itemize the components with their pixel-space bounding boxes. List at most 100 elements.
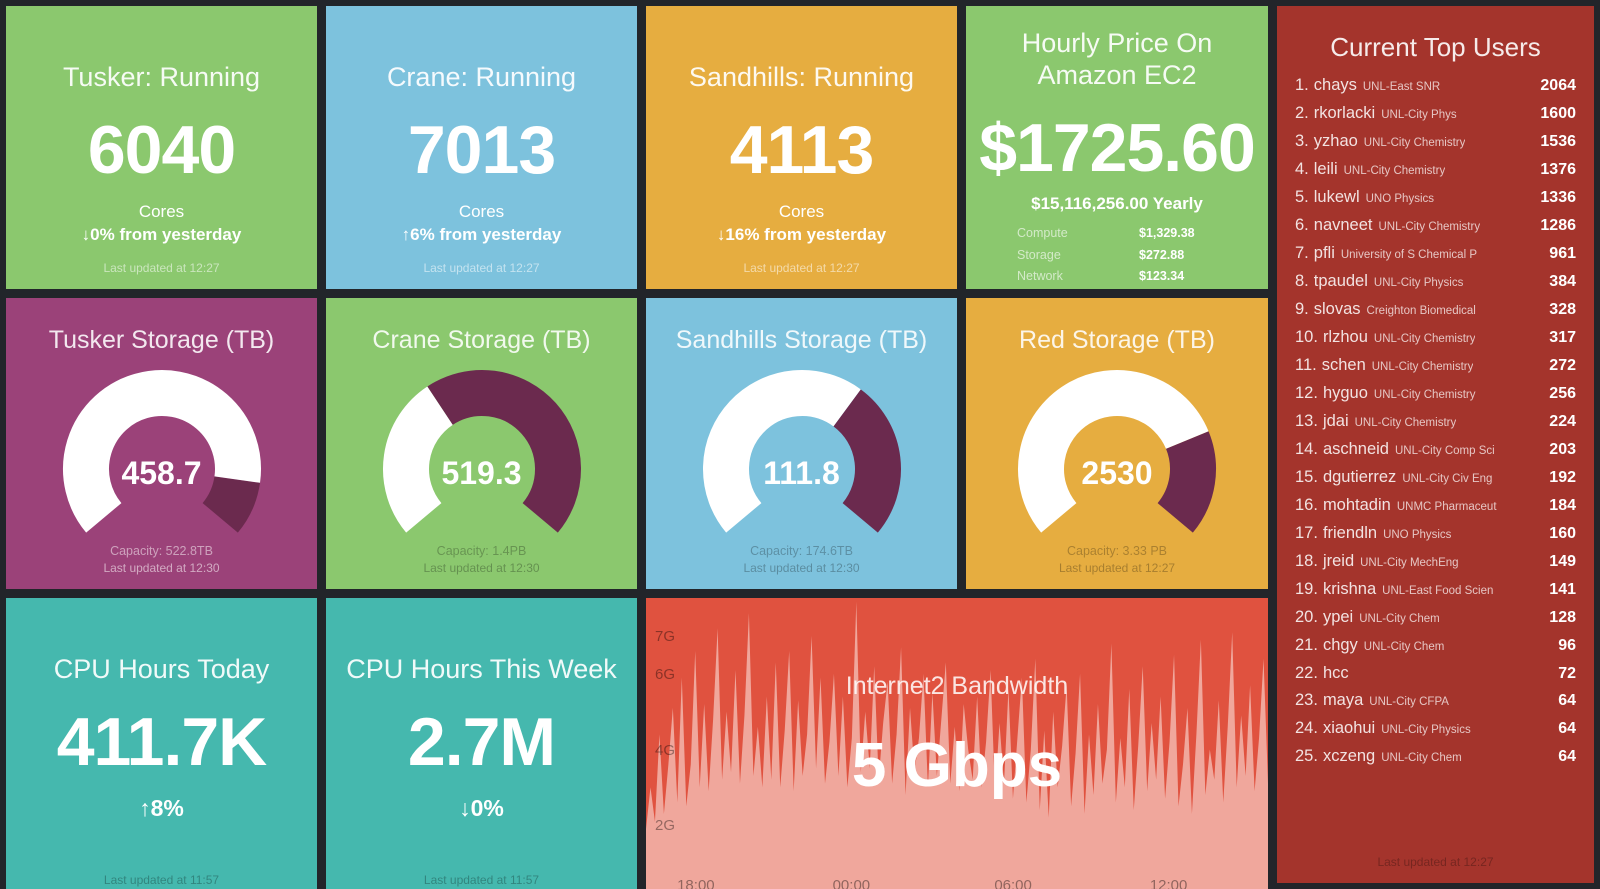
list-item[interactable]: 2. rkorlacki UNL-City Phys 1600 xyxy=(1295,100,1576,128)
list-item[interactable]: 24. xiaohui UNL-City Physics 64 xyxy=(1295,715,1576,743)
list-item[interactable]: 4. leili UNL-City Chemistry 1376 xyxy=(1295,156,1576,184)
list-item[interactable]: 10. rlzhou UNL-City Chemistry 317 xyxy=(1295,324,1576,352)
user-name: slovas xyxy=(1313,300,1361,318)
panel-cpu-hours-week[interactable]: CPU Hours This Week 2.7M ↓0% Last update… xyxy=(326,598,637,889)
panel-subtext: Cores ↓0% from yesterday xyxy=(82,201,242,247)
panel-crane-storage[interactable]: Crane Storage (TB) 519.3 Capacity: 1.4PB… xyxy=(326,298,637,589)
user-name: rlzhou xyxy=(1322,328,1368,346)
gauge-capacity: Capacity: 522.8TB xyxy=(110,544,213,558)
panel-updated: Last updated at 11:57 xyxy=(103,873,220,887)
user-name: jreid xyxy=(1322,552,1355,570)
user-department: UNL-City Phys xyxy=(1381,109,1457,121)
x-axis-tick-label: 00:00 xyxy=(832,877,871,889)
panel-sandhills-status[interactable]: Sandhills: Running 4113 Cores ↓16% from … xyxy=(646,6,957,289)
user-count: 203 xyxy=(1549,441,1576,458)
list-item[interactable]: 13. jdai UNL-City Chemistry 224 xyxy=(1295,408,1576,436)
list-item[interactable]: 1. chays UNL-East SNR 2064 xyxy=(1295,72,1576,100)
panel-title: CPU Hours This Week xyxy=(346,654,617,684)
panel-change: 0% from yesterday xyxy=(90,224,242,244)
metrics-grid: Tusker: Running 6040 Cores ↓0% from yest… xyxy=(6,6,1268,889)
user-name: schen xyxy=(1321,356,1366,374)
list-item[interactable]: 11. schen UNL-City Chemistry 272 xyxy=(1295,352,1576,380)
user-name: ypei xyxy=(1322,608,1354,626)
user-count: 141 xyxy=(1549,581,1576,598)
user-department: UNL-City Chemistry xyxy=(1343,165,1446,177)
ec2-row-value: $1,329.38 xyxy=(1139,225,1195,240)
user-name: lukewl xyxy=(1313,188,1360,206)
panel-title: Hourly Price On Amazon EC2 xyxy=(1021,28,1213,90)
list-item[interactable]: 3. yzhao UNL-City Chemistry 1536 xyxy=(1295,128,1576,156)
panel-title: Sandhills: Running xyxy=(688,62,915,92)
user-name: chays xyxy=(1313,76,1357,94)
list-item[interactable]: 21. chgy UNL-City Chem 96 xyxy=(1295,632,1576,660)
list-item[interactable]: 8. tpaudel UNL-City Physics 384 xyxy=(1295,268,1576,296)
user-name: krishna xyxy=(1322,580,1377,598)
user-count: 64 xyxy=(1558,748,1576,765)
panel-updated: Last updated at 12:27 xyxy=(423,261,540,275)
gauge-crane: 519.3 xyxy=(372,359,592,539)
panel-updated: Last updated at 12:27 xyxy=(103,261,220,275)
user-department: UNL-City Chemistry xyxy=(1378,221,1481,233)
user-name: jdai xyxy=(1322,412,1349,430)
list-item[interactable]: 17. friendln UNO Physics 160 xyxy=(1295,520,1576,548)
list-item[interactable]: 7. pfli University of S Chemical P 961 xyxy=(1295,240,1576,268)
user-rank: 21. xyxy=(1295,636,1318,654)
list-item[interactable]: 5. lukewl UNO Physics 1336 xyxy=(1295,184,1576,212)
panel-tusker-status[interactable]: Tusker: Running 6040 Cores ↓0% from yest… xyxy=(6,6,317,289)
panel-updated: Last updated at 12:30 xyxy=(743,561,860,575)
panel-title: Red Storage (TB) xyxy=(1019,326,1215,354)
panel-subtext: Cores ↑6% from yesterday xyxy=(402,201,562,247)
list-item[interactable]: 9. slovas Creighton Biomedical 328 xyxy=(1295,296,1576,324)
user-department: Creighton Biomedical xyxy=(1366,305,1476,317)
user-count: 192 xyxy=(1549,469,1576,486)
panel-change-line: ↑6% from yesterday xyxy=(402,224,562,247)
panel-sandhills-storage[interactable]: Sandhills Storage (TB) 111.8 Capacity: 1… xyxy=(646,298,957,589)
user-rank: 18. xyxy=(1295,552,1318,570)
list-item[interactable]: 25. xczeng UNL-City Chem 64 xyxy=(1295,743,1576,771)
list-item[interactable]: 15. dgutierrez UNL-City Civ Eng 192 xyxy=(1295,464,1576,492)
user-rank: 24. xyxy=(1295,719,1318,737)
user-name: navneet xyxy=(1313,216,1373,234)
panel-tusker-storage[interactable]: Tusker Storage (TB) 458.7 Capacity: 522.… xyxy=(6,298,317,589)
user-count: 224 xyxy=(1549,413,1576,430)
panel-updated: Last updated at 12:27 xyxy=(743,261,860,275)
panel-crane-status[interactable]: Crane: Running 7013 Cores ↑6% from yeste… xyxy=(326,6,637,289)
user-department: UNL-City Chem xyxy=(1363,641,1445,653)
user-department: UNMC Pharmaceut xyxy=(1396,501,1497,513)
list-item[interactable]: 23. maya UNL-City CFPA 64 xyxy=(1295,687,1576,715)
panel-change-line: ↑8% xyxy=(139,793,184,824)
panel-internet2-bandwidth[interactable]: 7G 6G 4G 2G 18:00 00:00 06:00 12:00 Internet2 … xyxy=(646,598,1268,889)
x-axis-tick-label: 18:00 xyxy=(677,877,715,889)
panel-red-storage[interactable]: Red Storage (TB) 2530 Capacity: 3.33 PB … xyxy=(966,298,1268,589)
user-rank: 7. xyxy=(1295,244,1309,262)
panel-ec2-price[interactable]: Hourly Price On Amazon EC2 $1725.60 $15,… xyxy=(966,6,1268,289)
panel-current-top-users[interactable]: Current Top Users 1. chays UNL-East SNR 206… xyxy=(1277,6,1594,883)
user-rank: 5. xyxy=(1295,188,1309,206)
panel-value: 411.7K xyxy=(56,703,268,780)
list-item[interactable]: 20. ypei UNL-City Chem 128 xyxy=(1295,604,1576,632)
list-item[interactable]: 22. hcc 72 xyxy=(1295,660,1576,687)
list-item[interactable]: 12. hyguo UNL-City Chemistry 256 xyxy=(1295,380,1576,408)
list-item[interactable]: 6. navneet UNL-City Chemistry 1286 xyxy=(1295,212,1576,240)
gauge-value: 519.3 xyxy=(441,455,522,491)
list-item[interactable]: 18. jreid UNL-City MechEng 149 xyxy=(1295,548,1576,576)
user-rank: 13. xyxy=(1295,412,1318,430)
user-name: maya xyxy=(1322,691,1364,709)
user-name: yzhao xyxy=(1313,132,1358,150)
list-item[interactable]: 19. krishna UNL-East Food Scien 141 xyxy=(1295,576,1576,604)
user-count: 1536 xyxy=(1540,133,1576,150)
user-rank: 23. xyxy=(1295,691,1318,709)
dashboard-root: Tusker: Running 6040 Cores ↓0% from yest… xyxy=(0,0,1600,889)
chart-big-value: 5 Gbps xyxy=(851,731,1063,800)
ec2-row-label: Storage xyxy=(1017,247,1061,262)
ec2-row-value: $123.34 xyxy=(1139,269,1185,284)
user-department: UNL-East Food Scien xyxy=(1382,585,1494,597)
panel-value: 2.7M xyxy=(407,703,556,780)
list-item[interactable]: 14. aschneid UNL-City Comp Sci 203 xyxy=(1295,436,1576,464)
gauge-value: 458.7 xyxy=(121,455,202,491)
user-rank: 17. xyxy=(1295,524,1318,542)
panel-cpu-hours-today[interactable]: CPU Hours Today 411.7K ↑8% Last updated … xyxy=(6,598,317,889)
user-rank: 4. xyxy=(1295,160,1309,178)
ec2-row-label: Network xyxy=(1017,269,1063,284)
list-item[interactable]: 16. mohtadin UNMC Pharmaceut 184 xyxy=(1295,492,1576,520)
